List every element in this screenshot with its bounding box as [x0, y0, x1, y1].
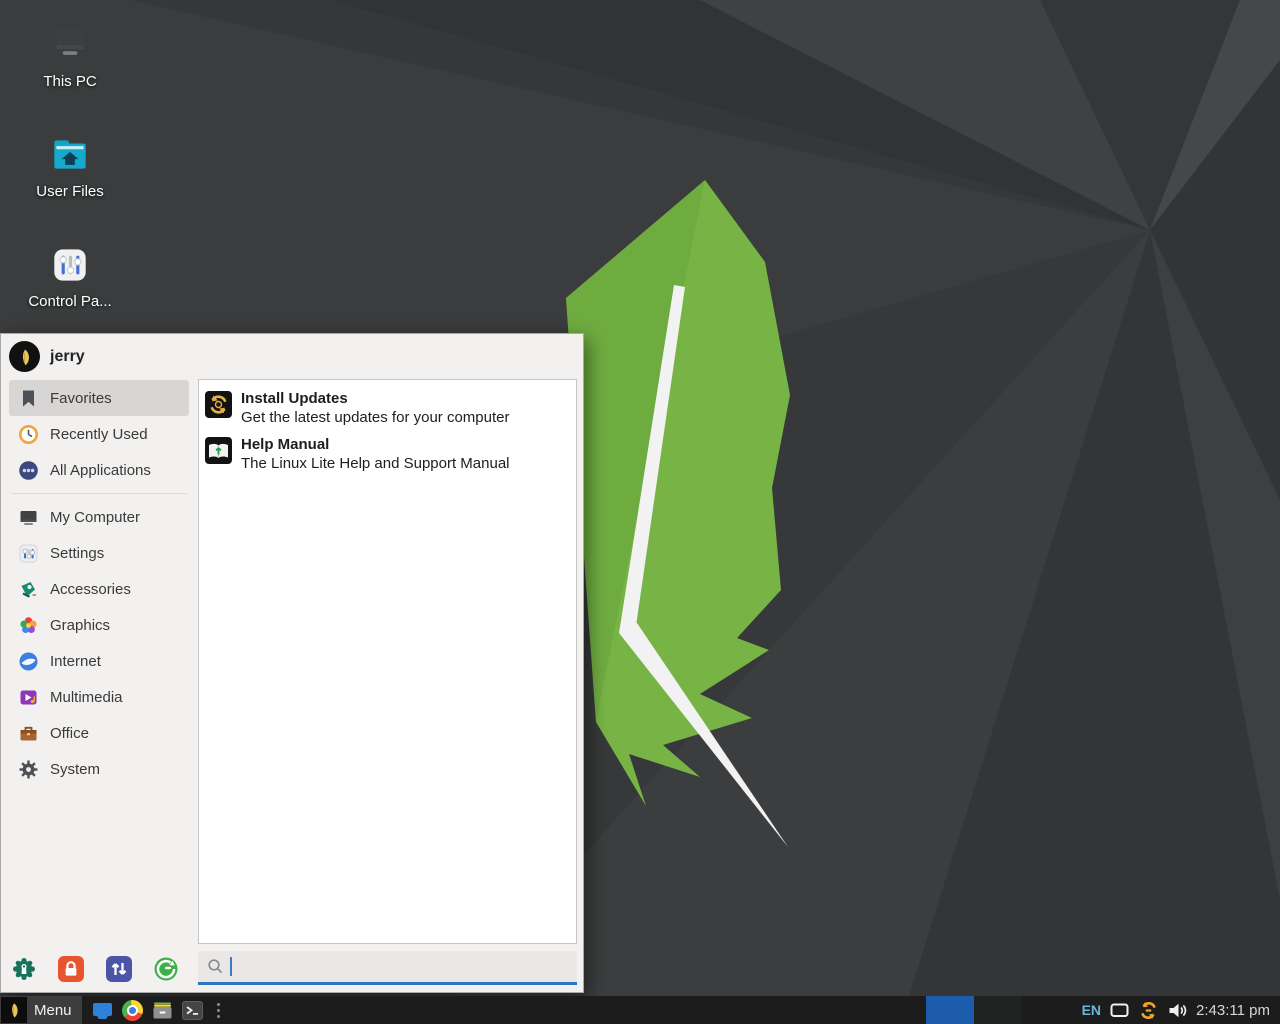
sidebar-item-label: Favorites: [50, 390, 112, 407]
archive-manager-icon[interactable]: [151, 999, 174, 1022]
display-icon[interactable]: [1110, 1003, 1129, 1018]
workspace-switcher[interactable]: [926, 996, 1022, 1024]
app-description: Get the latest updates for your computer: [241, 408, 509, 427]
lock-screen-icon[interactable]: [58, 956, 84, 982]
file-manager-icon[interactable]: [91, 999, 114, 1022]
quit-icon[interactable]: [153, 956, 179, 982]
user-avatar[interactable]: [9, 341, 40, 372]
globe-icon: [18, 651, 39, 672]
app-item-install-updates[interactable]: Install Updates Get the latest updates f…: [199, 387, 576, 433]
bookmark-icon: [18, 388, 39, 409]
this-pc-icon: [47, 22, 93, 68]
menu-sidebar: Favorites Recently Used All Applications: [9, 380, 189, 787]
sidebar-item-system[interactable]: System: [9, 751, 189, 787]
sidebar-item-internet[interactable]: Internet: [9, 643, 189, 679]
whisker-menu: jerry Favorites Recently Used: [0, 333, 584, 993]
desktop-icon-label: User Files: [22, 183, 118, 200]
briefcase-icon: [18, 723, 39, 744]
clock-icon: [18, 424, 39, 445]
volume-icon[interactable]: [1168, 1002, 1187, 1019]
search-icon: [207, 958, 224, 975]
text-caret: [230, 957, 232, 976]
chrome-icon[interactable]: [122, 1000, 143, 1021]
desktop-root: This PC User Files Control Pa...: [0, 0, 1280, 1024]
menu-button-label: Menu: [34, 1002, 72, 1019]
gear-icon: [18, 759, 39, 780]
sidebar-item-label: All Applications: [50, 462, 151, 479]
desktop-icon-this-pc[interactable]: This PC: [22, 22, 118, 90]
menu-button[interactable]: Menu: [0, 996, 82, 1024]
menu-search[interactable]: [198, 951, 577, 985]
linux-lite-feather-icon: [14, 346, 36, 368]
user-files-folder-icon: [47, 132, 93, 178]
app-item-help-manual[interactable]: Help Manual The Linux Lite Help and Supp…: [199, 433, 576, 479]
menu-header: jerry: [1, 334, 583, 379]
sidebar-item-favorites[interactable]: Favorites: [9, 380, 189, 416]
help-manual-icon: [205, 437, 232, 464]
sidebar-item-label: Internet: [50, 653, 101, 670]
sidebar-item-all-applications[interactable]: All Applications: [9, 452, 189, 488]
system-tray: EN 2:43:11 pm: [1022, 1000, 1280, 1021]
sidebar-item-label: Office: [50, 725, 89, 742]
sidebar-item-office[interactable]: Office: [9, 715, 189, 751]
install-updates-icon: [205, 391, 232, 418]
sidebar-item-label: Accessories: [50, 581, 131, 598]
sidebar-item-graphics[interactable]: Graphics: [9, 607, 189, 643]
taskbar: Menu: [0, 996, 1280, 1024]
clock[interactable]: 2:43:11 pm: [1196, 1002, 1270, 1019]
sidebar-item-label: Settings: [50, 545, 104, 562]
accessories-icon: [18, 579, 39, 600]
computer-icon: [18, 507, 39, 528]
sliders-icon: [18, 543, 39, 564]
sidebar-item-accessories[interactable]: Accessories: [9, 571, 189, 607]
settings-manager-icon[interactable]: [11, 956, 37, 982]
sidebar-item-label: System: [50, 761, 100, 778]
app-title: Help Manual: [241, 435, 510, 454]
sidebar-item-label: Recently Used: [50, 426, 148, 443]
terminal-icon[interactable]: [181, 999, 204, 1022]
sidebar-item-label: Multimedia: [50, 689, 123, 706]
control-panel-icon: [47, 242, 93, 288]
workspace-2[interactable]: [974, 996, 1022, 1024]
app-title: Install Updates: [241, 389, 509, 408]
desktop-icon-label: Control Pa...: [22, 293, 118, 310]
quick-launchers: [91, 999, 204, 1022]
menu-apps-list: Install Updates Get the latest updates f…: [198, 379, 577, 944]
sidebar-item-recently-used[interactable]: Recently Used: [9, 416, 189, 452]
update-notifier-icon[interactable]: [1138, 1000, 1159, 1021]
switch-user-icon[interactable]: [106, 956, 132, 982]
username: jerry: [50, 348, 85, 366]
sidebar-item-settings[interactable]: Settings: [9, 535, 189, 571]
sidebar-item-label: Graphics: [50, 617, 110, 634]
desktop-icon-control-panel[interactable]: Control Pa...: [22, 242, 118, 310]
sidebar-item-label: My Computer: [50, 509, 140, 526]
workspace-1-active[interactable]: [926, 996, 974, 1024]
keyboard-layout-indicator[interactable]: EN: [1082, 1002, 1101, 1018]
linux-lite-feather-icon: [4, 1000, 24, 1020]
menu-footer: [11, 956, 179, 982]
graphics-flower-icon: [18, 615, 39, 636]
search-input[interactable]: [238, 958, 569, 975]
panel-handle[interactable]: [214, 1003, 223, 1018]
apps-grid-icon: [18, 460, 39, 481]
sidebar-separator: [11, 493, 187, 494]
multimedia-icon: [18, 687, 39, 708]
sidebar-item-my-computer[interactable]: My Computer: [9, 499, 189, 535]
sidebar-item-multimedia[interactable]: Multimedia: [9, 679, 189, 715]
desktop-icon-user-files[interactable]: User Files: [22, 132, 118, 200]
app-description: The Linux Lite Help and Support Manual: [241, 454, 510, 473]
desktop-icon-label: This PC: [22, 73, 118, 90]
